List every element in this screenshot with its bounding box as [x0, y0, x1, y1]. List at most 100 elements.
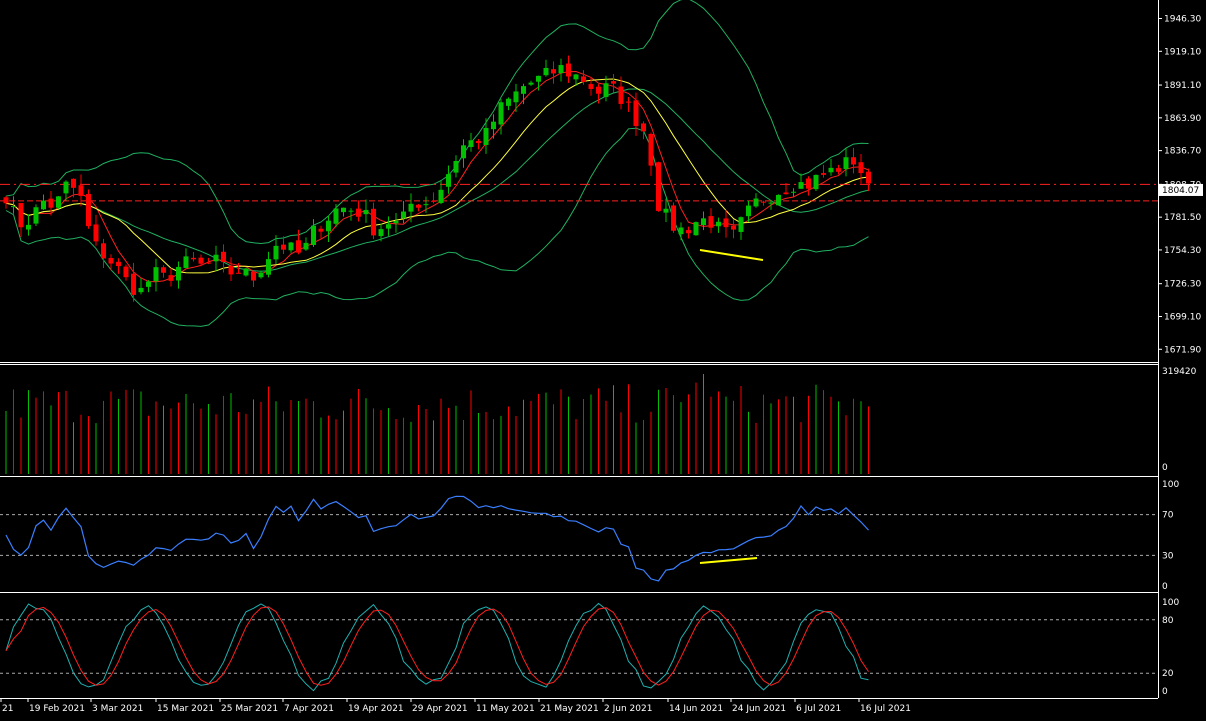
candle-body	[633, 100, 639, 126]
ma-slow-line	[5, 78, 869, 274]
candle-body	[686, 230, 691, 234]
candle-body	[798, 182, 804, 189]
candle-body	[738, 217, 744, 232]
current-price-label: 1804.07	[1162, 186, 1199, 196]
candle-body	[138, 287, 144, 293]
stoch-axis-label: 0	[1162, 687, 1168, 697]
candle-body	[221, 251, 226, 263]
candle-body	[3, 197, 9, 204]
candle-body	[78, 185, 84, 196]
candle-body	[146, 281, 151, 287]
rsi-axis-label: 100	[1162, 480, 1179, 490]
candle-body	[551, 69, 556, 74]
candle-body	[48, 198, 54, 208]
candle-body	[693, 222, 699, 236]
time-axis-label: 3 Mar 2021	[92, 704, 143, 714]
candle-body	[506, 98, 511, 106]
candle-body	[161, 267, 166, 273]
candle-body	[806, 178, 811, 189]
time-axis-label: 6 Jul 2021	[796, 704, 841, 714]
time-axis-label: 11 May 2021	[476, 704, 535, 714]
candle-body	[101, 243, 106, 259]
candle-body	[123, 266, 129, 278]
candle-body	[393, 220, 399, 224]
time-axis-label: 7 Apr 2021	[284, 704, 334, 714]
candle-body	[461, 145, 466, 159]
price-tick-label: 1836.70	[1164, 147, 1201, 157]
time-axis-label: 24 Jun 2021	[732, 704, 786, 714]
candle-body	[566, 63, 571, 77]
time-axis-label: 2 Jun 2021	[604, 704, 652, 714]
candle-body	[63, 181, 69, 194]
candle-body	[401, 211, 406, 219]
volume-min-label: 0	[1162, 463, 1168, 473]
candle-body	[416, 204, 421, 208]
stoch-axis-label: 80	[1162, 616, 1174, 626]
volume-histogram	[5, 374, 869, 474]
candle-body	[626, 101, 631, 103]
candle-body	[746, 205, 751, 217]
candle-body	[731, 225, 736, 230]
price-tick-label: 1946.30	[1164, 15, 1201, 25]
candle-body	[296, 240, 301, 253]
horizontal-levels[interactable]	[0, 183, 1158, 202]
candle-body	[701, 218, 706, 226]
time-axis-label: 21 May 2021	[540, 704, 599, 714]
candle-body	[573, 74, 579, 80]
candle-body	[408, 203, 414, 212]
candle-body	[543, 67, 549, 76]
price-trendline[interactable]	[699, 249, 764, 261]
time-axis-label: 15 Mar 2021	[157, 704, 214, 714]
candle-body	[708, 216, 714, 228]
trading-chart[interactable]: 1946.301919.101891.101863.901836.701808.…	[0, 0, 1206, 721]
candle-body	[521, 86, 526, 94]
candle-body	[71, 178, 76, 188]
candle-body	[761, 201, 766, 203]
candle-body	[671, 205, 676, 231]
candle-body	[176, 266, 181, 281]
candle-body	[183, 256, 189, 268]
candle-body	[213, 254, 219, 262]
candle-body	[11, 206, 16, 208]
candle-body	[611, 81, 616, 84]
candle-body	[476, 141, 481, 144]
candle-body	[318, 228, 324, 232]
candle-body	[288, 242, 294, 251]
time-axis-label: 29 Apr 2021	[412, 704, 468, 714]
rsi-axis-label: 70	[1162, 511, 1174, 521]
candle-body	[596, 86, 601, 94]
candle-body	[791, 191, 796, 193]
candle-body	[191, 257, 196, 260]
price-tick-label: 1781.50	[1164, 213, 1201, 223]
time-axis-label: 25 Mar 2021	[221, 704, 278, 714]
candle-body	[491, 121, 496, 130]
candle-body	[378, 229, 384, 237]
price-tick-label: 1754.30	[1164, 246, 1201, 256]
price-tick-label: 1891.10	[1164, 81, 1201, 91]
candle-body	[483, 127, 489, 145]
candle-body	[588, 84, 594, 89]
candle-body	[753, 198, 759, 207]
candle-body	[821, 173, 826, 175]
candle-body	[438, 189, 444, 203]
candle-body	[603, 83, 609, 97]
candle-body	[86, 194, 91, 227]
candle-body	[723, 218, 729, 228]
candle-body	[776, 194, 781, 206]
candle-body	[33, 207, 39, 224]
candle-body	[528, 82, 534, 85]
time-axis-label: 19 Apr 2021	[348, 704, 404, 714]
candle-body	[618, 86, 624, 104]
price-tick-label: 1726.30	[1164, 280, 1201, 290]
candle-body	[198, 257, 204, 264]
candle-body	[243, 268, 249, 276]
price-tick-label: 1671.90	[1164, 345, 1201, 355]
candle-body	[153, 267, 159, 282]
candle-body	[303, 242, 309, 250]
candle-body	[783, 192, 789, 195]
candle-body	[326, 220, 331, 232]
candle-body	[341, 207, 346, 213]
candle-body	[168, 275, 174, 281]
stoch-axis-label: 20	[1162, 669, 1174, 679]
rsi-trendline[interactable]	[699, 557, 758, 564]
